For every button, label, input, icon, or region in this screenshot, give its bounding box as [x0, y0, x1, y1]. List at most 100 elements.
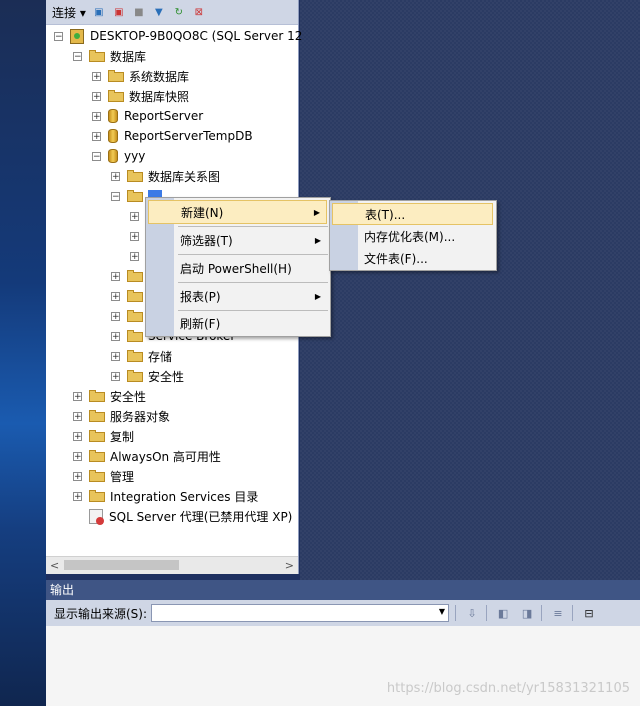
tree-node-child[interactable]: +: [130, 206, 146, 226]
menu-item-new-table[interactable]: 表(T)...: [332, 203, 493, 225]
tree-node-reportserver[interactable]: + ReportServer: [92, 106, 203, 126]
expand-icon[interactable]: +: [111, 331, 120, 341]
menu-label: 表(T)...: [365, 207, 406, 222]
tree-node-diagrams[interactable]: + 数据库关系图: [111, 166, 220, 186]
expand-icon[interactable]: +: [111, 311, 120, 321]
output-panel-title: 输出: [46, 580, 640, 600]
scroll-thumb[interactable]: [64, 560, 179, 570]
folder-icon: [89, 450, 105, 462]
expand-icon[interactable]: +: [73, 391, 82, 401]
expand-icon[interactable]: +: [111, 371, 120, 381]
tree-node-server[interactable]: − DESKTOP-9B0QO8C (SQL Server 12: [54, 26, 302, 46]
stop-icon[interactable]: ■: [132, 5, 146, 19]
tree-node-yyy[interactable]: − yyy: [92, 146, 145, 166]
expand-icon[interactable]: +: [92, 111, 101, 121]
toolbar-divider: [455, 605, 457, 621]
menu-label: 启动 PowerShell(H): [180, 261, 292, 276]
tree-label: Integration Services 目录: [110, 489, 259, 504]
expand-icon[interactable]: +: [73, 451, 82, 461]
tree-node-db-security[interactable]: + 安全性: [111, 366, 184, 386]
connect-button[interactable]: 连接 ▾: [52, 4, 86, 21]
word-wrap-icon[interactable]: ⊟: [581, 605, 597, 621]
menu-item-memory-optimized-table[interactable]: 内存优化表(M)...: [332, 225, 493, 247]
collapse-icon[interactable]: −: [54, 31, 63, 41]
menu-item-reports[interactable]: 报表(P) ▶: [148, 284, 327, 308]
expand-icon[interactable]: +: [130, 251, 139, 261]
filter-icon[interactable]: ▼: [152, 5, 166, 19]
expand-icon[interactable]: +: [92, 131, 101, 141]
expand-icon[interactable]: +: [111, 291, 120, 301]
tree-node-management[interactable]: + 管理: [73, 466, 134, 486]
folder-icon: [108, 90, 124, 102]
activity-monitor-icon[interactable]: ⊠: [192, 5, 206, 19]
output-content[interactable]: https://blog.csdn.net/yr15831321105: [46, 626, 640, 706]
tree-node-child[interactable]: +: [130, 226, 146, 246]
connect-icon[interactable]: ▣: [92, 5, 106, 19]
folder-icon: [127, 290, 143, 302]
expand-icon[interactable]: +: [92, 71, 101, 81]
next-message-icon[interactable]: ◨: [519, 605, 535, 621]
tree-node-databases[interactable]: − 数据库: [73, 46, 146, 66]
tree-node-security[interactable]: + 安全性: [73, 386, 146, 406]
expand-icon[interactable]: +: [111, 271, 120, 281]
menu-item-powershell[interactable]: 启动 PowerShell(H): [148, 256, 327, 280]
horizontal-scrollbar[interactable]: < >: [46, 556, 298, 574]
database-icon: [108, 109, 118, 123]
go-to-line-icon[interactable]: ⇩: [464, 605, 480, 621]
tree-node-replication[interactable]: + 复制: [73, 426, 134, 446]
tree-node-snapshots[interactable]: + 数据库快照: [92, 86, 189, 106]
expand-icon[interactable]: +: [73, 491, 82, 501]
tree-node-folder[interactable]: +: [111, 266, 148, 286]
tree-label: yyy: [124, 149, 146, 163]
folder-icon: [127, 190, 143, 202]
tree-node-alwayson[interactable]: + AlwaysOn 高可用性: [73, 446, 221, 466]
new-submenu: 表(T)... 内存优化表(M)... 文件表(F)...: [329, 200, 497, 271]
tree-node-folder[interactable]: +: [111, 286, 148, 306]
clear-all-icon[interactable]: ≡: [550, 605, 566, 621]
collapse-icon[interactable]: −: [92, 151, 101, 161]
menu-label: 筛选器(T): [180, 233, 233, 248]
tree-node-system-databases[interactable]: + 系统数据库: [92, 66, 189, 86]
tree-node-folder[interactable]: +: [111, 306, 148, 326]
tree-node-server-objects[interactable]: + 服务器对象: [73, 406, 170, 426]
expand-icon[interactable]: +: [130, 211, 139, 221]
expand-icon[interactable]: +: [73, 431, 82, 441]
server-label: DESKTOP-9B0QO8C (SQL Server 12: [90, 29, 303, 43]
toolbar-divider: [541, 605, 543, 621]
tree-label: 系统数据库: [129, 69, 190, 84]
submenu-arrow-icon: ▶: [313, 207, 320, 217]
tree-node-storage[interactable]: + 存储: [111, 346, 172, 366]
expand-icon[interactable]: +: [73, 411, 82, 421]
folder-icon: [89, 410, 105, 422]
tree-node-integration-services[interactable]: + Integration Services 目录: [73, 486, 258, 506]
scroll-left-icon[interactable]: <: [50, 559, 59, 572]
submenu-arrow-icon: ▶: [314, 235, 321, 245]
collapse-icon[interactable]: −: [73, 51, 82, 61]
collapse-icon[interactable]: −: [111, 191, 120, 201]
expand-icon[interactable]: +: [130, 231, 139, 241]
menu-item-refresh[interactable]: 刷新(F): [148, 311, 327, 335]
menu-label: 刷新(F): [180, 316, 221, 331]
tree-node-agent[interactable]: SQL Server 代理(已禁用代理 XP): [89, 506, 292, 526]
folder-icon: [127, 270, 143, 282]
tree-label: AlwaysOn 高可用性: [110, 449, 221, 464]
menu-item-filter[interactable]: 筛选器(T) ▶: [148, 228, 327, 252]
expand-icon[interactable]: +: [92, 91, 101, 101]
tree-label: 数据库关系图: [148, 169, 221, 184]
tree-label: 存储: [148, 349, 173, 364]
expand-icon[interactable]: +: [111, 351, 120, 361]
tree-node-child[interactable]: +: [130, 246, 146, 266]
menu-item-new[interactable]: 新建(N) ▶: [148, 200, 327, 224]
tree-node-reportservertempdb[interactable]: + ReportServerTempDB: [92, 126, 253, 146]
expand-icon[interactable]: +: [111, 171, 120, 181]
chevron-down-icon[interactable]: ▼: [439, 607, 445, 616]
refresh-icon[interactable]: ↻: [172, 5, 186, 19]
output-source-select[interactable]: ▼: [151, 604, 450, 622]
tree-label: 管理: [110, 469, 135, 484]
menu-item-file-table[interactable]: 文件表(F)...: [332, 247, 493, 269]
previous-message-icon[interactable]: ◧: [495, 605, 511, 621]
scroll-right-icon[interactable]: >: [285, 559, 294, 572]
expand-icon[interactable]: +: [73, 471, 82, 481]
disconnect-icon[interactable]: ▣: [112, 5, 126, 19]
folder-icon: [127, 370, 143, 382]
